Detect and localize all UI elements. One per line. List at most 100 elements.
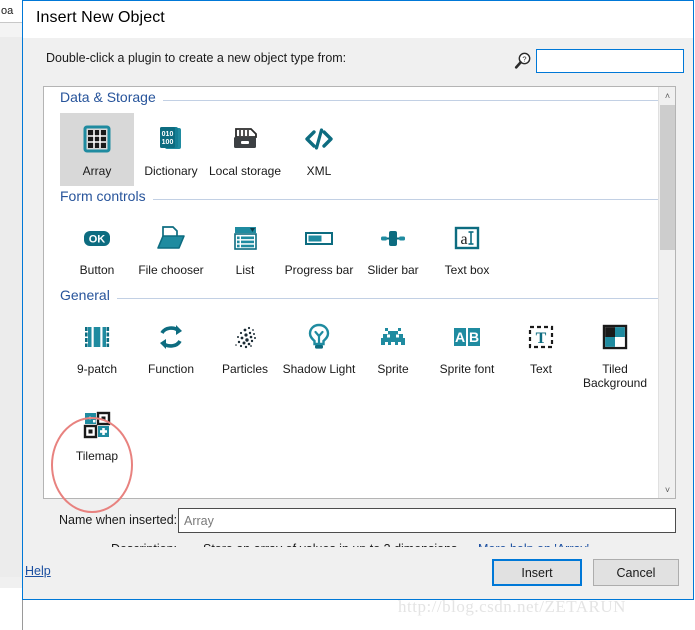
plugin-item-label: Text box (444, 263, 490, 277)
dialog-title: Insert New Object (36, 9, 165, 26)
plugin-item-label: Tilemap (75, 449, 119, 463)
background-window-statusbar (0, 588, 22, 630)
watermark: http://blog.csdn.net/ZETARUN (398, 597, 626, 616)
plugin-item-array[interactable]: Array (60, 113, 134, 186)
plugin-item-list[interactable]: List (208, 212, 282, 285)
text-t-icon: T (521, 317, 561, 357)
plugin-item-label: Dictionary (144, 164, 198, 178)
search-input[interactable] (536, 49, 684, 73)
section-header: Data & Storage (60, 87, 663, 113)
plugin-item-local-storage[interactable]: Local storage (208, 113, 282, 186)
list-dropdown-icon (225, 218, 265, 258)
text-box-icon: a (447, 218, 487, 258)
section-title: General (60, 287, 117, 303)
plugin-item-label: Tiled Background (582, 362, 648, 390)
background-window[interactable]: oa (0, 0, 23, 630)
lightbulb-icon (299, 317, 339, 357)
ab-letters-icon: A B (447, 317, 487, 357)
svg-text:010: 010 (162, 131, 174, 138)
slider-bar-icon (373, 218, 413, 258)
section-header: General (60, 285, 663, 311)
plugin-item-label: Button (79, 263, 115, 277)
binary-book-icon: 010 100 (151, 119, 191, 159)
plugin-item-file-chooser[interactable]: File chooser (134, 212, 208, 285)
particles-icon (225, 317, 265, 357)
plugin-item-particles[interactable]: Particles (208, 311, 282, 398)
plugin-item-dictionary[interactable]: 010 100 Dictionary (134, 113, 208, 186)
plugin-item-label: File chooser (138, 263, 204, 277)
plugin-item-label: Slider bar (367, 263, 419, 277)
name-field-label: Name when inserted: (59, 513, 178, 527)
grid-icon (77, 119, 117, 159)
section-title: Data & Storage (60, 89, 163, 105)
search-help-icon: ? (513, 51, 533, 71)
dialog-footer: Help Insert Cancel (23, 547, 693, 599)
plugin-item-label: Text (529, 362, 552, 376)
plugin-item-label: Local storage (208, 164, 282, 178)
plugin-item-label: Sprite (377, 362, 409, 376)
svg-text:OK: OK (89, 234, 106, 246)
loop-arrows-icon (151, 317, 191, 357)
background-window-body (0, 37, 22, 577)
insert-new-object-dialog: Insert New Object Double-click a plugin … (22, 0, 694, 600)
plugin-item-function[interactable]: Function (134, 311, 208, 398)
plugin-list-scrollbar[interactable]: ˄ ˅ (658, 87, 675, 498)
svg-text:T: T (536, 330, 547, 347)
plugin-item-label: Function (147, 362, 195, 376)
plugin-item-9-patch[interactable]: 9-patch (60, 311, 134, 398)
plugin-list-panel[interactable]: Data & Storage Array 010 100 Dictionary … (43, 86, 676, 499)
plugin-item-label: 9-patch (76, 362, 118, 376)
plugin-item-sprite[interactable]: Sprite (356, 311, 430, 398)
plugin-item-xml[interactable]: XML (282, 113, 356, 186)
name-input[interactable] (178, 508, 676, 533)
plugin-item-sprite-font[interactable]: A B Sprite font (430, 311, 504, 398)
plugin-item-label: XML (306, 164, 332, 178)
plugin-item-progress-bar[interactable]: Progress bar (282, 212, 356, 285)
scroll-down-arrow-icon[interactable]: ˅ (659, 481, 675, 498)
svg-text:B: B (469, 329, 479, 345)
scroll-up-arrow-icon[interactable]: ˄ (659, 87, 675, 104)
plugin-item-label: Sprite font (439, 362, 495, 376)
tilemap-icon (77, 404, 117, 444)
plugin-item-text[interactable]: T Text (504, 311, 578, 398)
plugin-item-label: Particles (221, 362, 268, 376)
help-link[interactable]: Help (25, 564, 51, 578)
section-title: Form controls (60, 188, 153, 204)
progress-bar-icon (299, 218, 339, 258)
svg-text:?: ? (522, 55, 526, 64)
svg-text:100: 100 (162, 139, 174, 146)
nine-patch-icon (77, 317, 117, 357)
cancel-button[interactable]: Cancel (593, 559, 679, 586)
storage-drive-icon (225, 119, 265, 159)
section-items: OK Button File chooser List Progress bar… (44, 212, 675, 285)
insert-button[interactable]: Insert (492, 559, 582, 586)
name-row: Name when inserted: (23, 506, 693, 536)
prompt-row: Double-click a plugin to create a new ob… (23, 38, 693, 83)
svg-text:a: a (460, 231, 467, 248)
code-tags-icon (299, 119, 339, 159)
checker-tile-icon (595, 317, 635, 357)
svg-text:A: A (455, 329, 465, 345)
dialog-titlebar: Insert New Object (23, 1, 693, 38)
plugin-item-text-box[interactable]: a Text box (430, 212, 504, 285)
open-folder-icon (151, 218, 191, 258)
plugin-item-label: List (235, 263, 255, 277)
plugin-item-tiled-background[interactable]: Tiled Background (578, 311, 652, 398)
space-invader-icon (373, 317, 413, 357)
plugin-item-button[interactable]: OK Button (60, 212, 134, 285)
plugin-item-label: Array (82, 164, 112, 178)
plugin-item-tilemap[interactable]: Tilemap (60, 398, 134, 471)
plugin-item-shadow-light[interactable]: Shadow Light (282, 311, 356, 398)
prompt-label: Double-click a plugin to create a new ob… (46, 51, 347, 65)
plugin-item-label: Shadow Light (282, 362, 356, 376)
ok-button-icon: OK (77, 218, 117, 258)
section-rule (60, 298, 663, 299)
plugin-item-slider-bar[interactable]: Slider bar (356, 212, 430, 285)
section-form-controls: Form controls OK Button File chooser Lis… (44, 186, 675, 285)
plugin-item-label: Progress bar (284, 263, 354, 277)
section-data-storage: Data & Storage Array 010 100 Dictionary … (44, 87, 675, 186)
section-header: Form controls (60, 186, 663, 212)
background-window-title: oa (0, 0, 23, 22)
plugin-list-inner: Data & Storage Array 010 100 Dictionary … (44, 87, 675, 471)
scrollbar-thumb[interactable] (660, 105, 675, 250)
